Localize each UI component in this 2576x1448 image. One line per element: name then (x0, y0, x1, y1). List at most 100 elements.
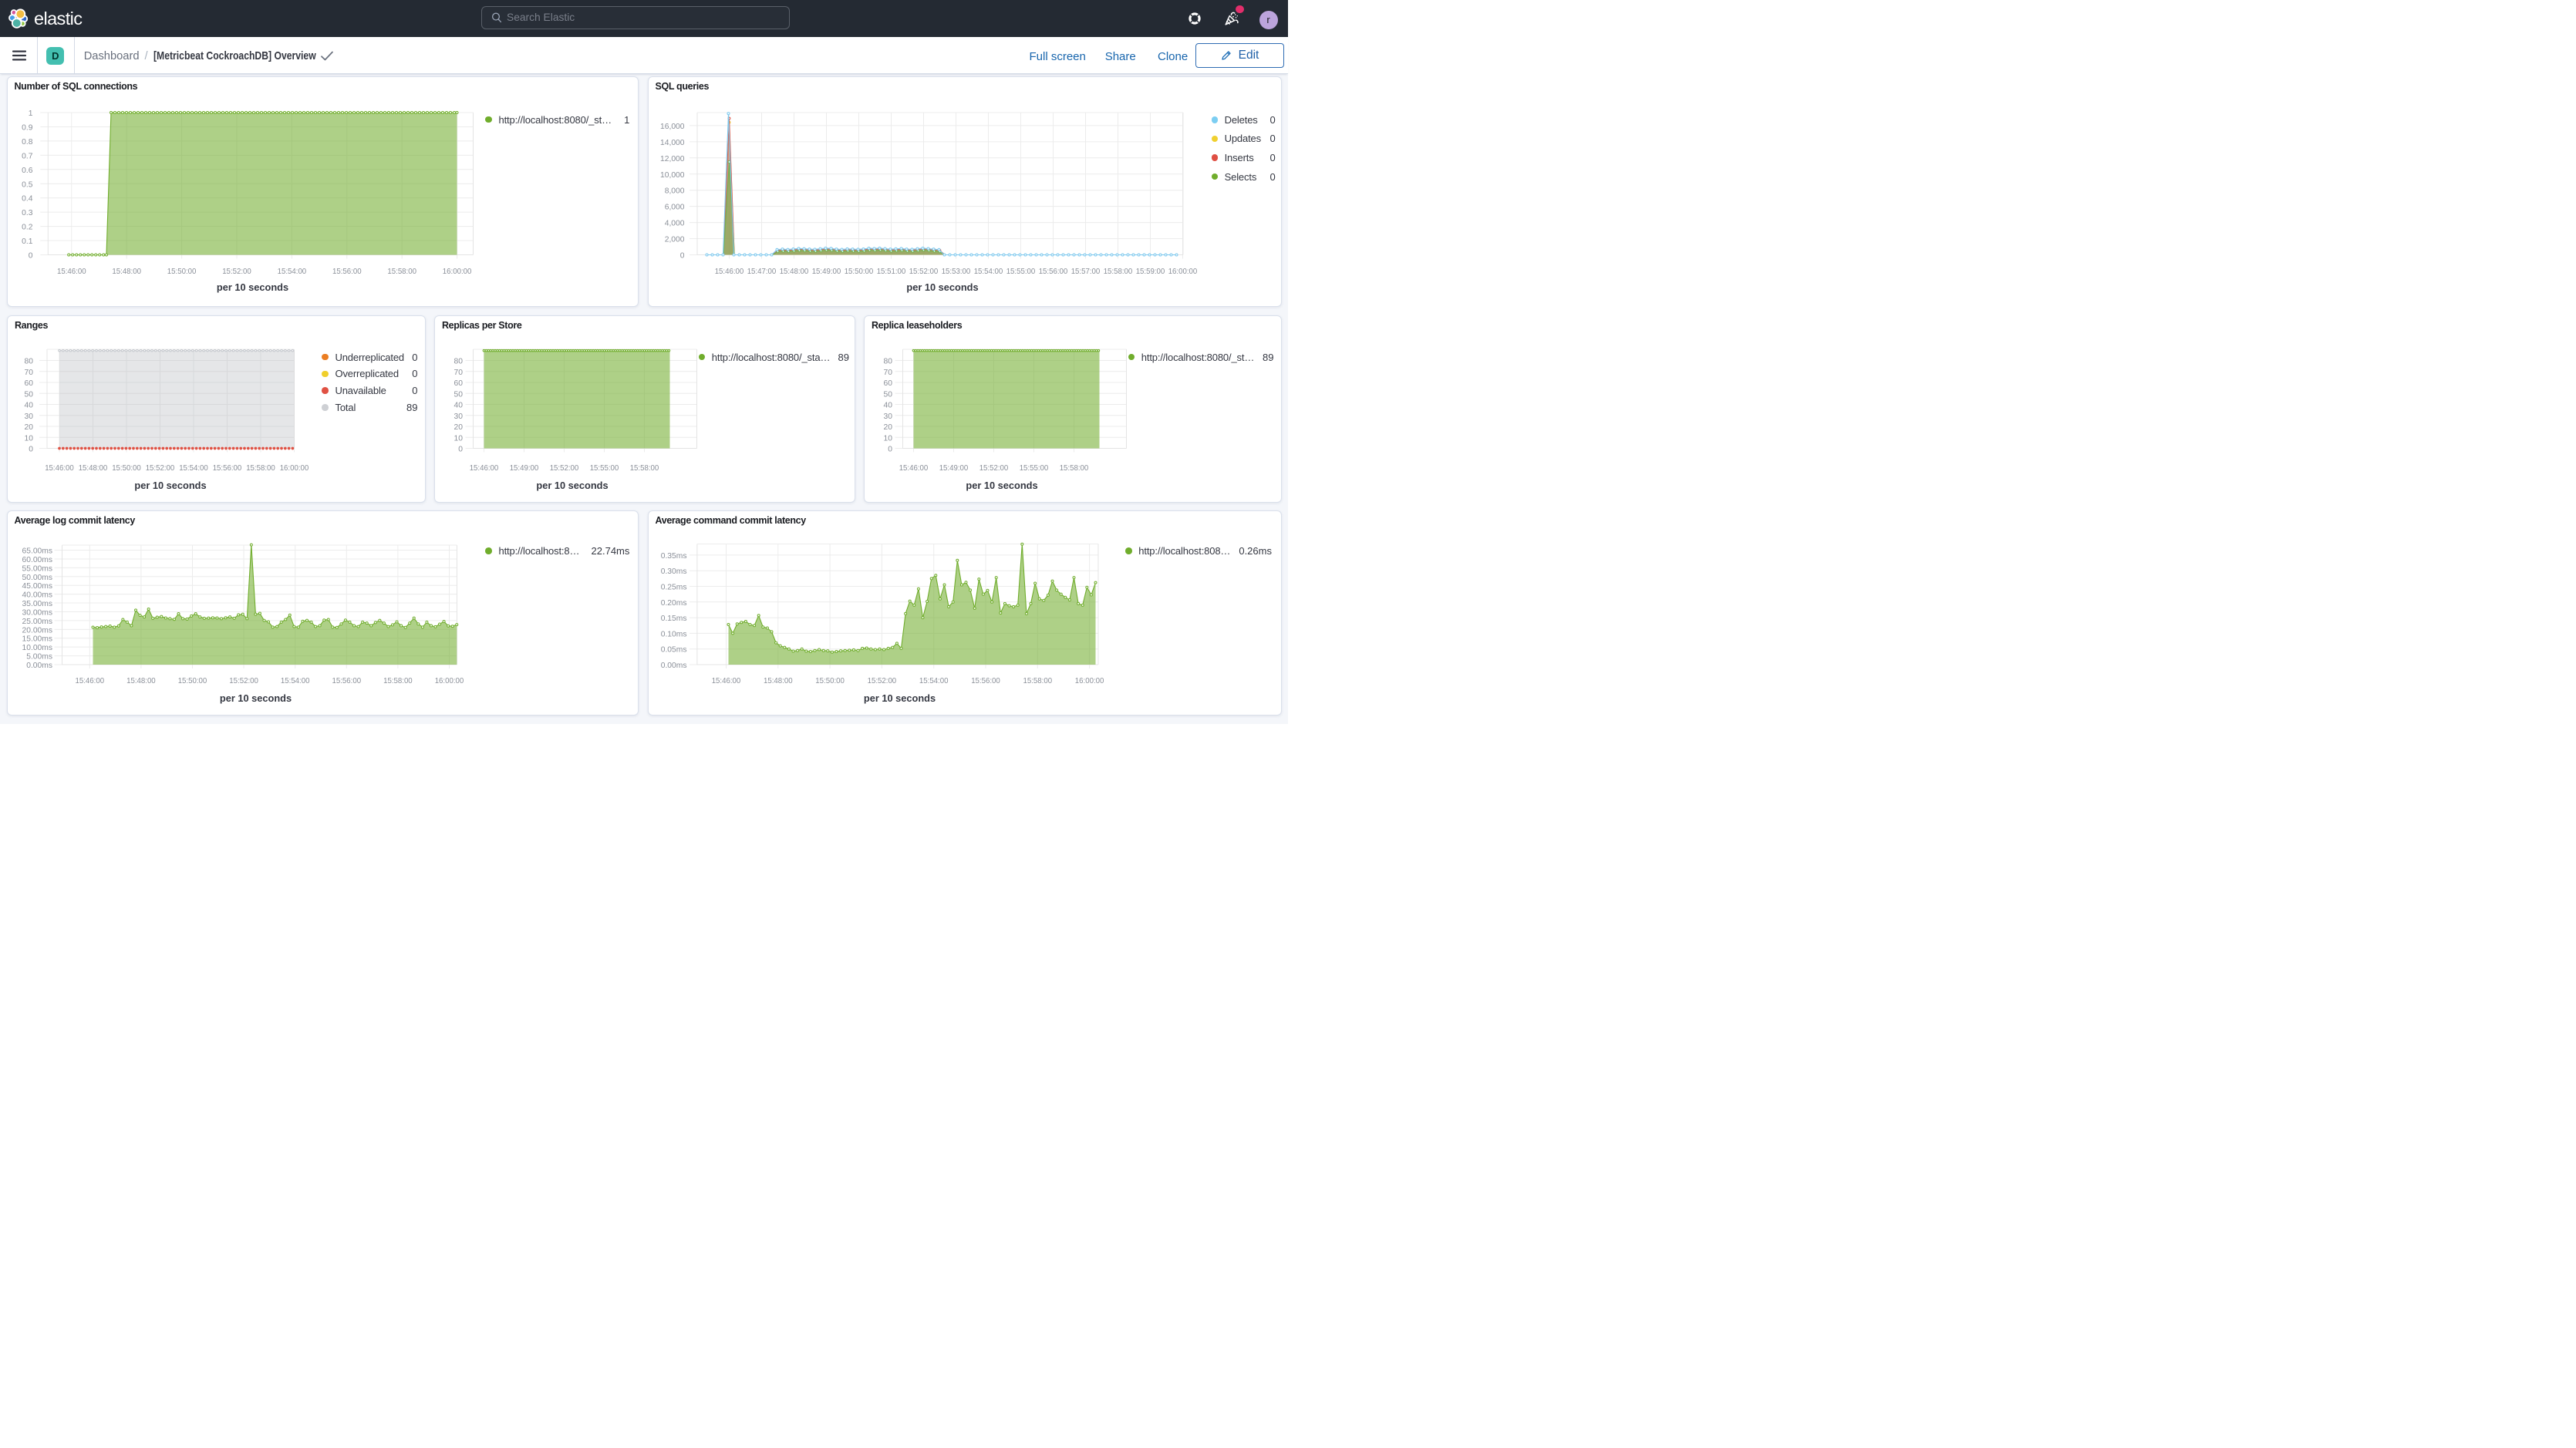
svg-text:60: 60 (884, 379, 893, 388)
svg-text:15:52:00: 15:52:00 (222, 268, 251, 276)
svg-text:16:00:00: 16:00:00 (442, 268, 471, 276)
svg-text:40.00ms: 40.00ms (22, 591, 52, 600)
svg-text:15:54:00: 15:54:00 (277, 268, 306, 276)
svg-text:15:55:00: 15:55:00 (1020, 464, 1049, 473)
svg-text:15:48:00: 15:48:00 (112, 268, 141, 276)
svg-text:0.6: 0.6 (22, 167, 33, 175)
svg-text:per 10 seconds: per 10 seconds (219, 692, 291, 704)
svg-text:0.8: 0.8 (22, 138, 33, 146)
svg-text:20.00ms: 20.00ms (22, 626, 52, 635)
svg-text:15:52:00: 15:52:00 (550, 464, 579, 473)
svg-text:16:00:00: 16:00:00 (1168, 268, 1197, 276)
svg-text:0.05ms: 0.05ms (660, 646, 686, 655)
svg-text:15:50:00: 15:50:00 (112, 464, 141, 473)
svg-text:15:52:00: 15:52:00 (979, 464, 1009, 473)
svg-text:20: 20 (25, 423, 34, 432)
svg-text:0: 0 (29, 446, 33, 454)
svg-text:55.00ms: 55.00ms (22, 564, 52, 573)
svg-text:15:46:00: 15:46:00 (470, 464, 499, 473)
svg-text:15:56:00: 15:56:00 (213, 464, 242, 473)
svg-text:30.00ms: 30.00ms (22, 608, 52, 617)
svg-text:20: 20 (454, 423, 464, 432)
svg-text:1: 1 (28, 109, 32, 118)
svg-text:70: 70 (454, 369, 464, 377)
svg-text:15:46:00: 15:46:00 (899, 464, 929, 473)
svg-text:15:58:00: 15:58:00 (1023, 677, 1052, 685)
svg-text:15:58:00: 15:58:00 (1103, 268, 1132, 276)
svg-text:16:00:00: 16:00:00 (280, 464, 309, 473)
svg-text:0.00ms: 0.00ms (660, 662, 686, 670)
svg-text:15:58:00: 15:58:00 (246, 464, 275, 473)
svg-text:14,000: 14,000 (660, 139, 685, 147)
svg-text:15:54:00: 15:54:00 (179, 464, 208, 473)
svg-text:65.00ms: 65.00ms (22, 547, 52, 556)
svg-text:0.9: 0.9 (22, 123, 33, 132)
svg-text:15:49:00: 15:49:00 (510, 464, 539, 473)
svg-text:15:50:00: 15:50:00 (844, 268, 873, 276)
svg-text:16:00:00: 16:00:00 (1074, 677, 1104, 685)
svg-text:10: 10 (884, 434, 893, 443)
svg-text:50: 50 (884, 390, 893, 399)
svg-text:15:58:00: 15:58:00 (1060, 464, 1089, 473)
svg-text:per 10 seconds: per 10 seconds (134, 480, 206, 491)
svg-text:0.25ms: 0.25ms (660, 584, 686, 592)
svg-text:0: 0 (888, 446, 892, 454)
svg-text:5.00ms: 5.00ms (26, 653, 52, 662)
svg-text:50: 50 (454, 390, 464, 399)
svg-text:15:54:00: 15:54:00 (973, 268, 1003, 276)
svg-text:35.00ms: 35.00ms (22, 600, 52, 608)
svg-text:12,000: 12,000 (660, 155, 685, 163)
svg-text:10: 10 (25, 434, 34, 443)
svg-text:15:49:00: 15:49:00 (811, 268, 841, 276)
svg-text:0.1: 0.1 (22, 237, 33, 246)
svg-text:16:00:00: 16:00:00 (434, 677, 464, 685)
svg-text:0: 0 (679, 252, 684, 261)
svg-text:4,000: 4,000 (664, 220, 684, 228)
svg-text:per 10 seconds: per 10 seconds (216, 281, 288, 293)
svg-text:15:46:00: 15:46:00 (45, 464, 74, 473)
svg-text:25.00ms: 25.00ms (22, 618, 52, 626)
svg-text:15:52:00: 15:52:00 (146, 464, 175, 473)
svg-text:15:49:00: 15:49:00 (939, 464, 969, 473)
svg-text:60: 60 (25, 379, 34, 388)
svg-text:80: 80 (454, 358, 464, 366)
svg-text:15:56:00: 15:56:00 (332, 677, 361, 685)
svg-text:15:52:00: 15:52:00 (909, 268, 938, 276)
svg-text:15:46:00: 15:46:00 (75, 677, 104, 685)
svg-text:20: 20 (884, 423, 893, 432)
svg-text:15:51:00: 15:51:00 (876, 268, 905, 276)
svg-text:15:58:00: 15:58:00 (383, 677, 413, 685)
svg-text:8,000: 8,000 (664, 187, 684, 196)
svg-text:15:59:00: 15:59:00 (1135, 268, 1165, 276)
svg-text:10: 10 (454, 434, 464, 443)
svg-text:15:48:00: 15:48:00 (126, 677, 156, 685)
svg-text:per 10 seconds: per 10 seconds (536, 480, 608, 491)
svg-text:15:52:00: 15:52:00 (229, 677, 258, 685)
svg-text:50.00ms: 50.00ms (22, 574, 52, 582)
svg-text:30: 30 (884, 413, 893, 421)
svg-text:0.30ms: 0.30ms (660, 567, 686, 576)
svg-text:per 10 seconds: per 10 seconds (966, 480, 1037, 491)
svg-text:40: 40 (884, 402, 893, 410)
svg-text:0.2: 0.2 (22, 224, 33, 232)
svg-text:0.3: 0.3 (22, 209, 33, 217)
svg-text:40: 40 (454, 402, 464, 410)
svg-text:0.7: 0.7 (22, 152, 33, 160)
svg-text:15:50:00: 15:50:00 (167, 268, 196, 276)
svg-text:70: 70 (884, 369, 893, 377)
svg-text:per 10 seconds: per 10 seconds (863, 692, 935, 704)
svg-text:15:48:00: 15:48:00 (79, 464, 108, 473)
svg-text:60.00ms: 60.00ms (22, 556, 52, 564)
svg-text:0.10ms: 0.10ms (660, 630, 686, 638)
svg-text:15:54:00: 15:54:00 (280, 677, 309, 685)
svg-text:0: 0 (28, 252, 32, 261)
svg-text:45.00ms: 45.00ms (22, 582, 52, 591)
svg-text:16,000: 16,000 (660, 123, 685, 131)
svg-text:0.00ms: 0.00ms (26, 662, 52, 670)
svg-text:per 10 seconds: per 10 seconds (906, 281, 978, 293)
svg-text:80: 80 (25, 358, 34, 366)
svg-text:80: 80 (884, 358, 893, 366)
svg-text:10,000: 10,000 (660, 171, 685, 180)
svg-text:6,000: 6,000 (664, 204, 684, 212)
svg-text:0.15ms: 0.15ms (660, 615, 686, 623)
